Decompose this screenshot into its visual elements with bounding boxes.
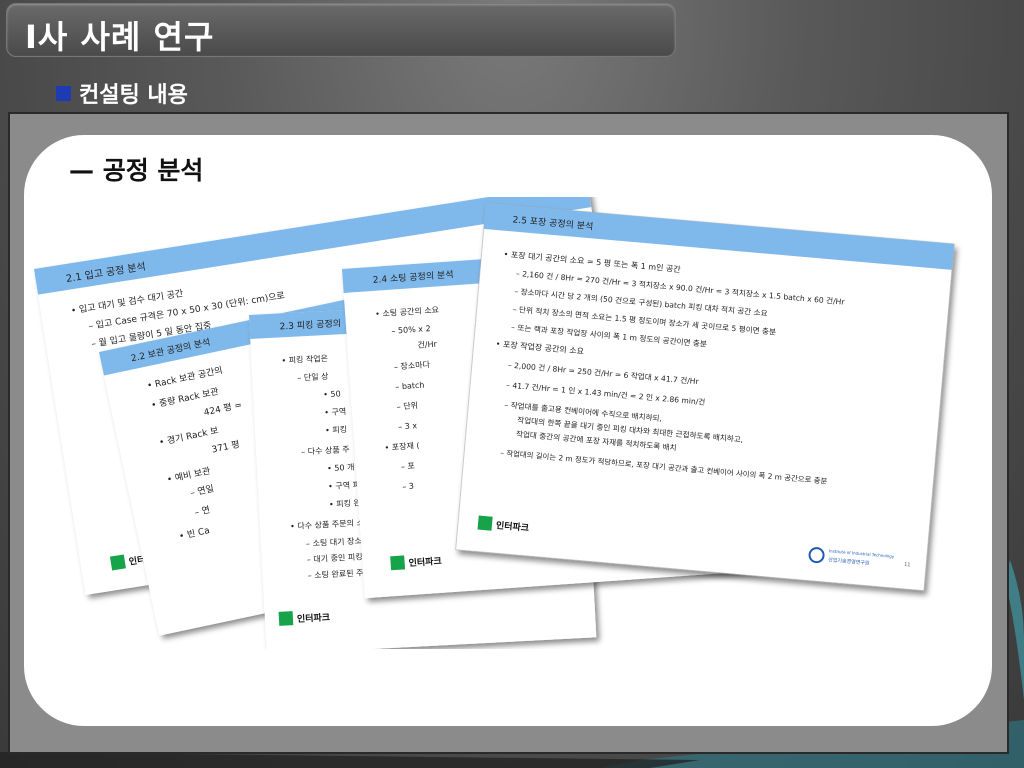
content-card: — 공정 분석 2.1 입고 공정 분석 • 입고 대기 및 검수 대기 공간 …: [24, 135, 992, 726]
square-bullet-icon: [56, 86, 71, 101]
slide-2-4-line-7: – 3 x: [398, 421, 418, 431]
slide-2-3-line-2: – 단일 상: [297, 371, 329, 383]
slide-2-5-page-number: 11: [904, 562, 911, 569]
interpark-logo-icon: [278, 611, 294, 626]
interpark-logo-icon: [109, 554, 126, 571]
subheading: 컨설팅 내용: [56, 77, 188, 109]
slides-collage-svg: 2.1 입고 공정 분석 • 입고 대기 및 검수 대기 공간 – 입고 Cas…: [34, 197, 955, 649]
slide-title: I사 사례 연구: [25, 18, 215, 56]
slide-2-3-line-8: • 구역 피: [328, 479, 360, 491]
interpark-logo-icon: [477, 515, 493, 531]
subheading-text: 컨설팅 내용: [79, 83, 188, 108]
card-title: — 공정 분석: [69, 156, 204, 185]
slide-2-4-line-9: – 포: [401, 461, 416, 471]
slide-2-3-line-7: • 50 개: [327, 462, 355, 473]
interpark-logo-icon: [390, 555, 406, 571]
slide-2-3-line-3: • 50: [323, 389, 341, 399]
slide-2-4-line-6: – 단위: [396, 400, 418, 411]
slides-collage: 2.1 입고 공정 분석 • 입고 대기 및 검수 대기 공간 – 입고 Cas…: [24, 197, 992, 649]
slide-2-3-line-4: • 구역: [324, 406, 346, 417]
slide-2-4-line-10: – 3: [402, 482, 414, 492]
title-bar: I사 사례 연구: [6, 3, 676, 57]
slide-2-3-line-5: • 피킹: [325, 424, 347, 435]
slide-2-5: 2.5 포장 공정의 분석 • 포장 대기 공간의 소요 = 5 평 또는 폭 …: [455, 202, 955, 591]
slide-2-4-line-3: 건/Hr: [417, 339, 438, 350]
